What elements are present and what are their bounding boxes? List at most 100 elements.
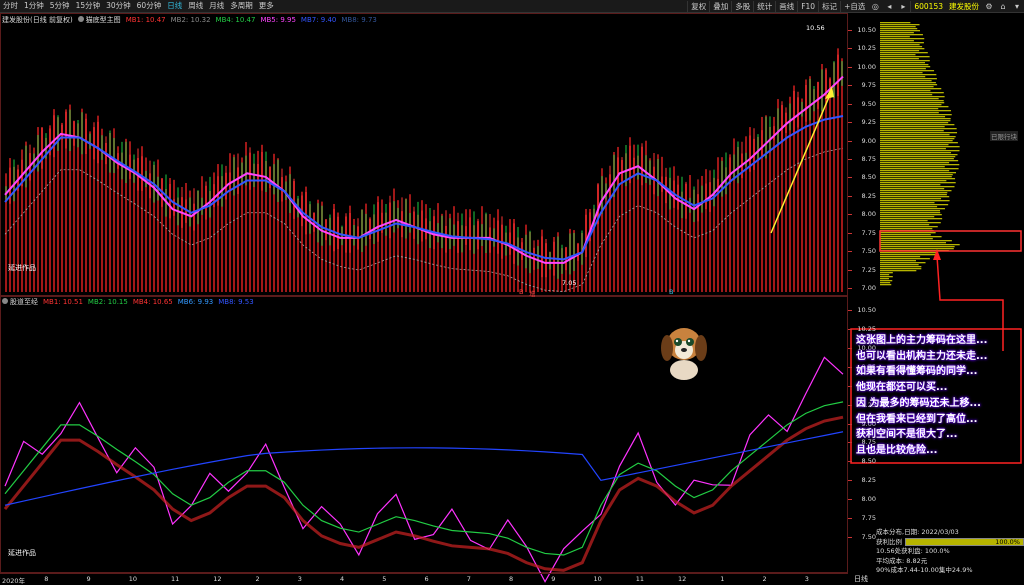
date-axis: 2020年 8 9 10 11 12 2 3 4 5 6 7 8 9 10 11 12 1 2 3 <box>0 573 848 585</box>
chip-bar <box>880 54 916 56</box>
chip-bar <box>880 136 956 138</box>
date-tick-label: 11 <box>171 575 180 583</box>
avg-cost: 平均成本: 8.82元 <box>876 556 928 565</box>
chip-bar <box>880 66 931 68</box>
price-tick <box>848 66 852 68</box>
volume-bar <box>689 175 691 292</box>
chip-bar <box>880 94 933 96</box>
chip-bar <box>880 156 956 158</box>
chip-bar <box>880 246 955 248</box>
volume-bar <box>185 183 187 292</box>
chip-bar <box>880 48 925 50</box>
chip-bar <box>880 114 952 116</box>
chip-bar <box>880 186 955 188</box>
chip-bar <box>880 264 919 266</box>
date-tick-label: 7 <box>466 575 471 583</box>
volume-bar <box>817 82 819 292</box>
price-tick <box>848 30 852 31</box>
date-tick-label: 9 <box>551 575 556 583</box>
profit-row: 获利比例 100.0% <box>876 538 1024 548</box>
chip-bar <box>880 98 939 100</box>
chip-bar <box>880 220 928 222</box>
chip-bar <box>880 192 948 194</box>
buy-marker: B <box>519 288 524 296</box>
chip-bar <box>880 86 934 88</box>
price-tick-label: 8.75 <box>861 155 876 163</box>
volume-bar <box>61 122 63 292</box>
low-price-label: 7.05 <box>562 279 577 287</box>
sub-series-line-blue <box>4 431 844 506</box>
chip-bar <box>880 180 947 182</box>
chip-bar <box>880 140 953 142</box>
chip-bar <box>880 24 920 26</box>
buy-marker-2: B <box>669 288 674 296</box>
chip-bar <box>880 238 933 240</box>
chip-bar <box>880 80 932 82</box>
chip-bar <box>880 138 955 140</box>
chip-bar <box>880 206 938 208</box>
volume-bar <box>465 209 467 292</box>
chip-bar <box>880 184 941 186</box>
chip-bar <box>880 166 945 168</box>
chip-bar <box>880 128 957 130</box>
price-tick <box>848 385 852 387</box>
chip-bar <box>880 82 936 84</box>
chip-bar <box>880 280 893 282</box>
chip-bar <box>880 200 950 202</box>
sub-author-label: 延进作品 <box>8 549 36 557</box>
volume-bar <box>437 203 439 292</box>
chip-bar <box>880 210 941 212</box>
price-tick-label: 9.00 <box>861 136 876 145</box>
chip-bar <box>880 274 890 276</box>
chip-bar <box>880 282 891 284</box>
chip-bar <box>880 50 920 52</box>
chip-bar <box>880 104 942 106</box>
chip-bar <box>880 158 954 160</box>
chip-bar <box>880 202 935 204</box>
chip-bar <box>880 116 946 118</box>
price-tick <box>848 232 852 234</box>
price-tick <box>848 122 852 124</box>
sub-band <box>3 415 844 572</box>
price-tick-label: 8.50 <box>861 173 876 182</box>
chip-bar <box>880 152 952 154</box>
volume-bar <box>173 179 175 292</box>
sub-ma-label-1: MB1: 10.51 <box>43 298 83 306</box>
sub-ma-label-6: MB6: 9.93 <box>177 298 214 306</box>
chip-bar <box>880 122 949 124</box>
price-tick <box>848 159 852 160</box>
chip-bar <box>880 222 941 224</box>
price-tick-label: 7.75 <box>861 514 876 523</box>
chip-distribution-panel: 成本分布,日期: 2022/03/03 获利比例 100.0% 10.56处获利… <box>876 528 1024 576</box>
date-tick-label: 9 <box>86 575 91 583</box>
chip-bar <box>880 58 919 60</box>
chip-bar <box>880 182 956 184</box>
chip-bar <box>880 172 956 174</box>
chip-bar <box>880 160 959 162</box>
chip-bar <box>880 214 942 216</box>
annotation-text: 这张图上的主力筹码在这里... 也可以看出机构主力还未走... 如果有看得懂筹码… <box>856 333 1020 459</box>
price-tick <box>848 48 852 50</box>
chip-bar <box>880 22 911 24</box>
price-tick <box>848 85 852 87</box>
chip-bar <box>880 88 942 90</box>
chip-bar <box>880 30 920 32</box>
chip-bar <box>880 196 950 198</box>
chip-bar <box>880 256 921 258</box>
chip-bar <box>880 142 958 144</box>
sub-chart-title: 股道至经 <box>2 297 38 307</box>
chip-bar <box>880 162 950 164</box>
volume-bar <box>425 204 427 292</box>
chip-bar <box>880 150 960 152</box>
main-author-label: 延进作品 <box>8 264 36 272</box>
chip-bar <box>880 198 942 200</box>
date-tick-label: 3 <box>804 575 809 583</box>
price-tick <box>848 103 852 105</box>
chip-bar <box>880 68 926 70</box>
chip-bar <box>880 188 945 190</box>
chip-bar <box>880 76 926 78</box>
chip-bar <box>880 242 947 244</box>
chip-bar <box>880 228 933 230</box>
chip-bar <box>880 120 951 122</box>
price-tick-label: 8.00 <box>861 495 876 504</box>
